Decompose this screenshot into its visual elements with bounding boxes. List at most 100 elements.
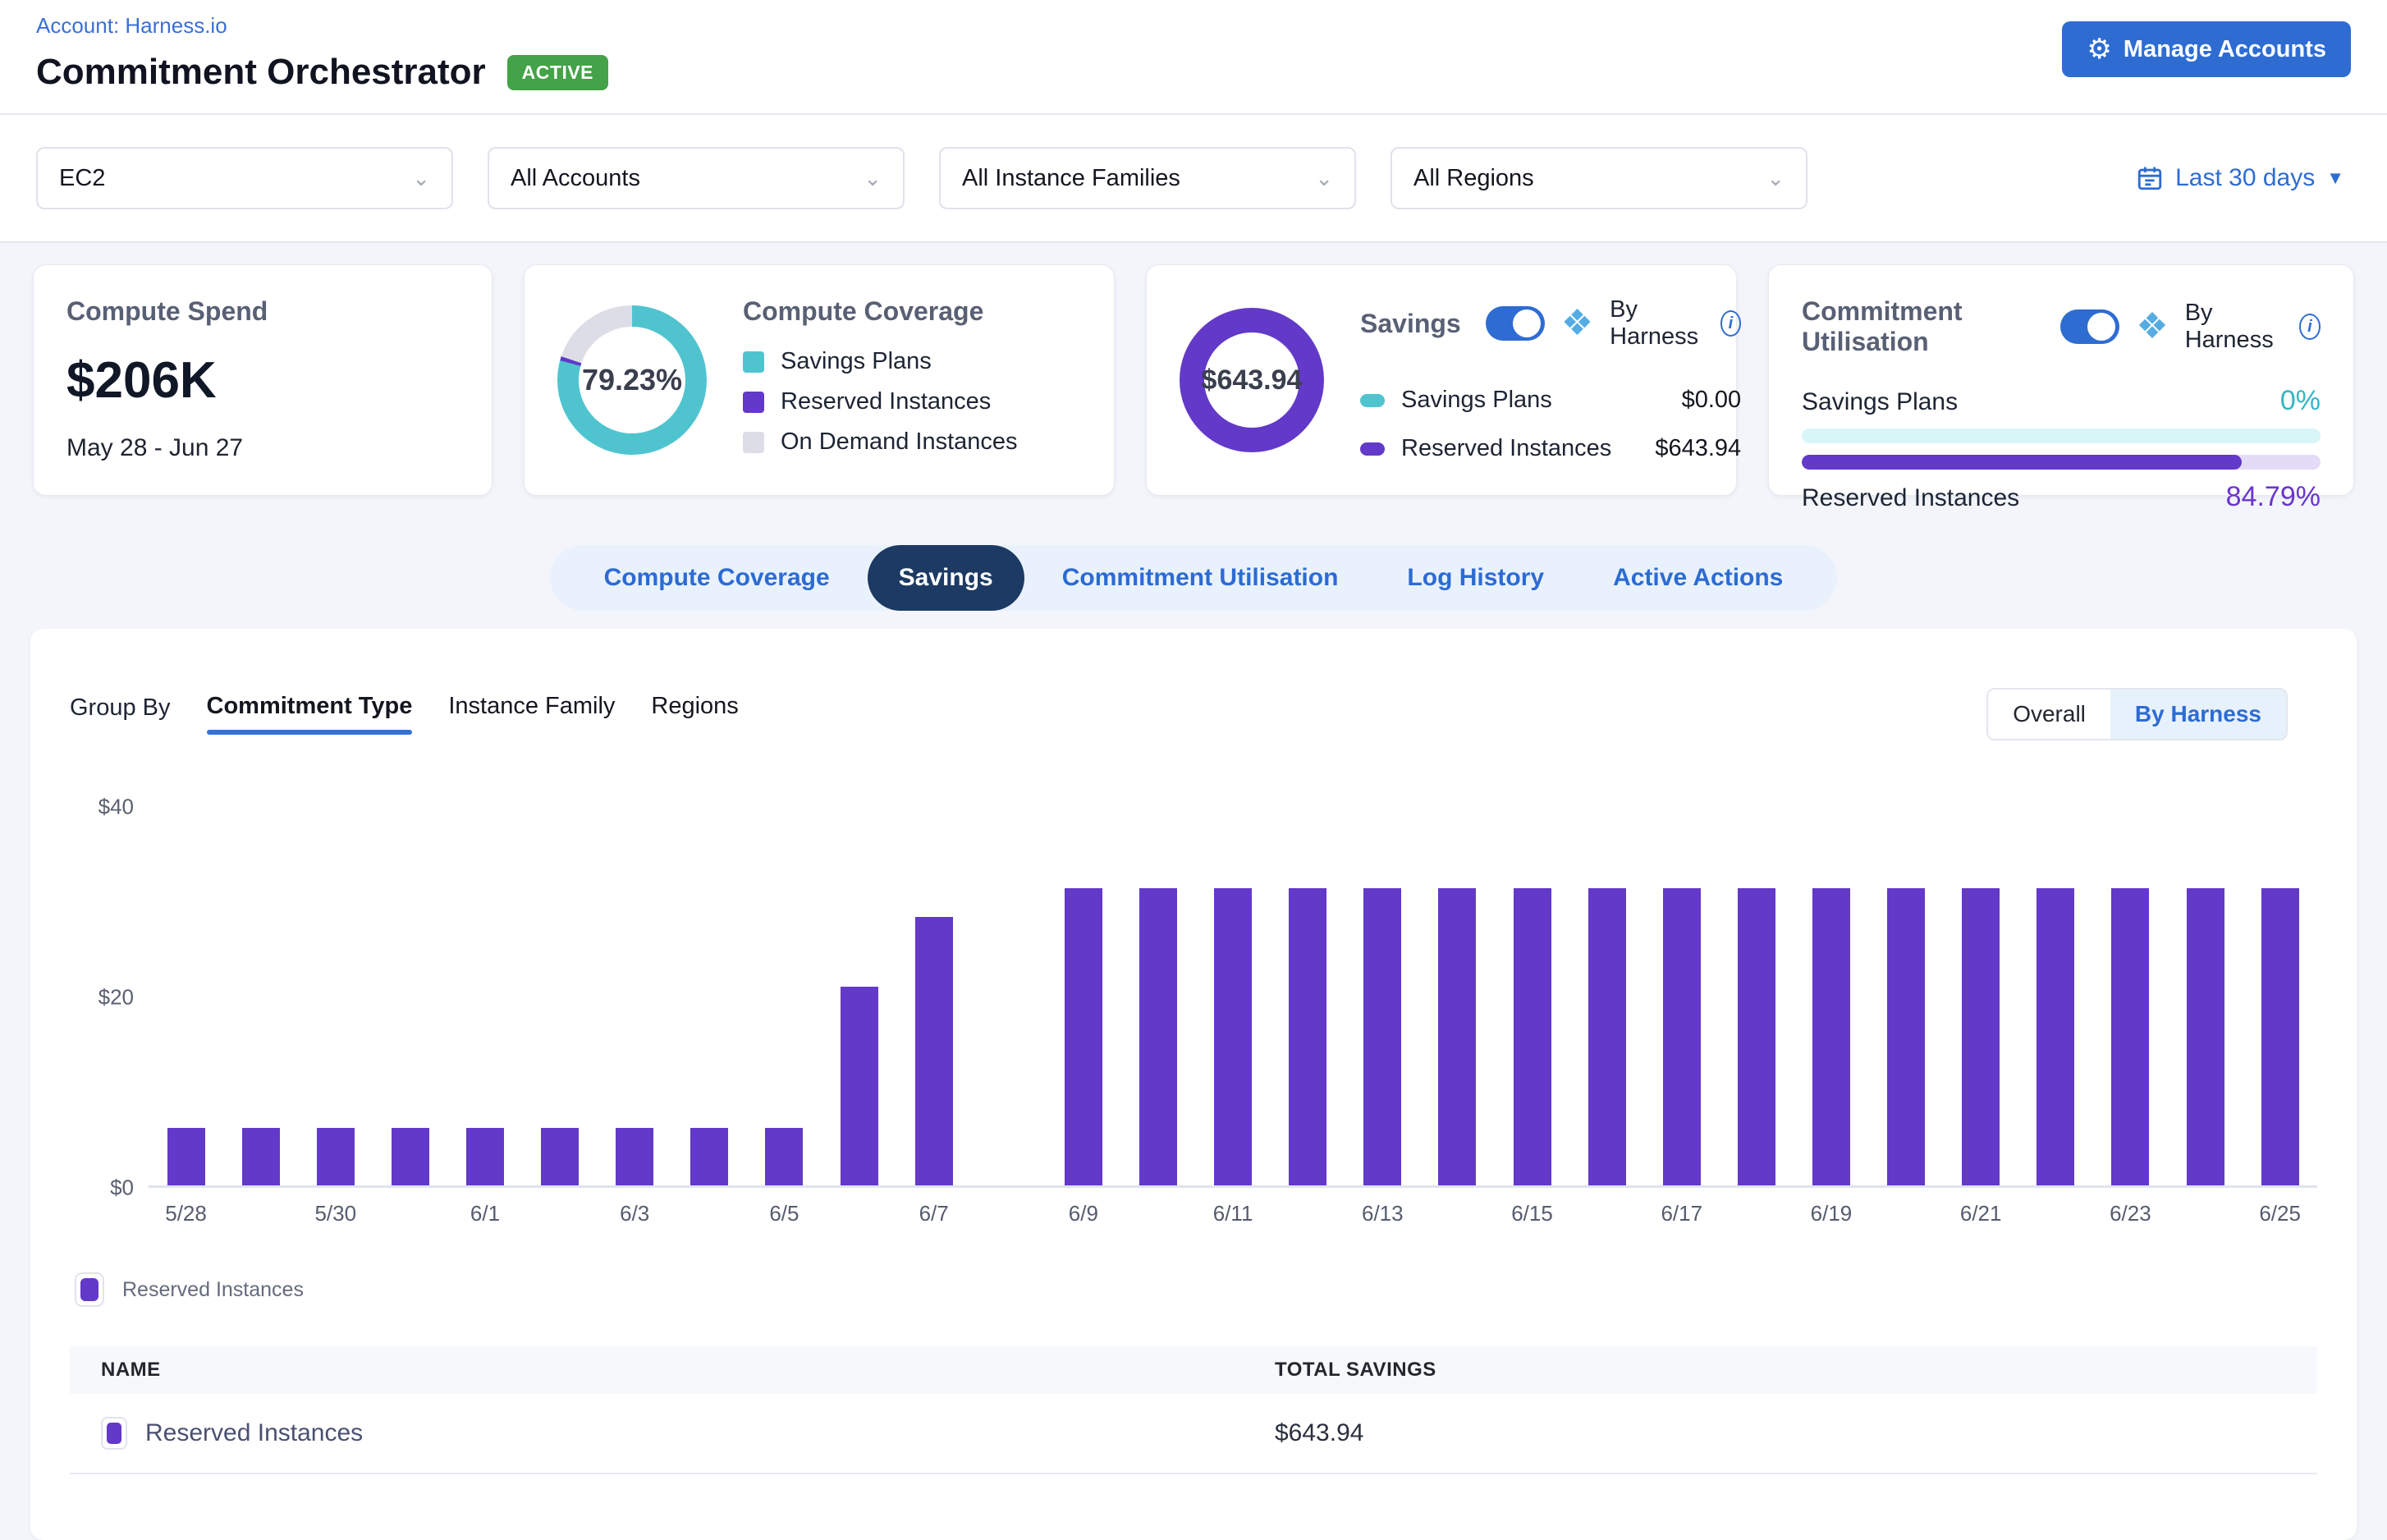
legend-label: Savings Plans	[781, 348, 932, 375]
savings-row-label: Savings Plans	[1401, 387, 1552, 414]
regions-select[interactable]: All Regions ⌄	[1391, 147, 1807, 209]
tab-compute-coverage[interactable]: Compute Coverage	[573, 545, 861, 611]
info-icon[interactable]: i	[2299, 314, 2321, 340]
bar-6/19[interactable]	[1812, 888, 1850, 1185]
bar-6/1[interactable]	[466, 1128, 504, 1185]
x-tick-6/8	[971, 1201, 1046, 1226]
calendar-icon	[2136, 164, 2164, 192]
x-tick-6/7: 6/7	[896, 1201, 971, 1226]
bar-6/18[interactable]	[1738, 888, 1775, 1185]
bar-6/10[interactable]	[1139, 888, 1177, 1185]
bar-6/6[interactable]	[841, 987, 878, 1185]
x-tick-6/15: 6/15	[1495, 1201, 1569, 1226]
tab-commitment-utilisation[interactable]: Commitment Utilisation	[1031, 545, 1370, 611]
bar-6/12[interactable]	[1289, 888, 1326, 1185]
bar-5/28[interactable]	[167, 1128, 205, 1185]
chevron-down-icon: ⌄	[1315, 166, 1333, 191]
bar-6/11[interactable]	[1214, 888, 1252, 1185]
savings-panel: Group By Commitment Type Instance Family…	[30, 629, 2357, 1540]
x-tick-6/2	[523, 1201, 598, 1226]
x-tick-6/9: 6/9	[1046, 1201, 1120, 1226]
x-tick-6/12	[1271, 1201, 1345, 1226]
instance-families-select[interactable]: All Instance Families ⌄	[939, 147, 1356, 209]
x-tick-6/24	[2168, 1201, 2243, 1226]
bar-5/31[interactable]	[392, 1128, 429, 1185]
manage-accounts-button[interactable]: ⚙ Manage Accounts	[2062, 21, 2351, 77]
table-row[interactable]: Reserved Instances $643.94	[70, 1394, 2317, 1474]
reserved-instances-swatch	[101, 1417, 127, 1450]
utilisation-by-harness-toggle[interactable]	[2060, 309, 2119, 344]
bar-6/3[interactable]	[616, 1128, 653, 1185]
x-tick-6/18	[1719, 1201, 1794, 1226]
bar-6/21[interactable]	[1962, 888, 2000, 1185]
bar-6/9[interactable]	[1065, 888, 1102, 1185]
x-tick-6/21: 6/21	[1944, 1201, 2018, 1226]
account-breadcrumb-link[interactable]: Account: Harness.io	[36, 13, 227, 38]
bar-6/5[interactable]	[765, 1128, 803, 1185]
util-reserved-instances-label: Reserved Instances	[1802, 484, 2019, 512]
legend-label: On Demand Instances	[781, 429, 1018, 456]
tab-savings[interactable]: Savings	[868, 545, 1024, 611]
main-tabs: Compute Coverage Savings Commitment Util…	[550, 545, 1838, 611]
x-tick-6/25: 6/25	[2243, 1201, 2317, 1226]
bar-6/7[interactable]	[915, 917, 953, 1185]
bar-6/25[interactable]	[2261, 888, 2299, 1185]
y-tick-0: $0	[110, 1176, 134, 1201]
service-select-value: EC2	[59, 165, 105, 192]
savings-plans-progressbar	[1802, 429, 2321, 443]
x-tick-6/17: 6/17	[1644, 1201, 1719, 1226]
x-tick-5/30: 5/30	[298, 1201, 373, 1226]
info-icon[interactable]: i	[1720, 310, 1741, 337]
chart-legend: Reserved Instances	[75, 1272, 2317, 1307]
table-header-row: NAME TOTAL SAVINGS	[70, 1346, 2317, 1394]
savings-by-harness-toggle[interactable]	[1486, 306, 1545, 341]
commitment-utilisation-card: Commitment Utilisation ❖ By Harness i Sa…	[1768, 264, 2354, 496]
table-cell-total-savings: $643.94	[1275, 1419, 2317, 1447]
reserved-instances-swatch	[743, 392, 764, 413]
x-tick-5/29	[223, 1201, 298, 1226]
bar-6/2[interactable]	[541, 1128, 579, 1185]
bar-5/30[interactable]	[317, 1128, 355, 1185]
x-tick-5/28: 5/28	[149, 1201, 223, 1226]
x-tick-6/20	[1869, 1201, 1944, 1226]
savings-plans-swatch	[1360, 394, 1385, 407]
date-range-picker[interactable]: Last 30 days ▼	[2136, 164, 2344, 192]
tab-log-history[interactable]: Log History	[1376, 545, 1575, 611]
service-select[interactable]: EC2 ⌄	[36, 147, 453, 209]
table-header-total-savings: TOTAL SAVINGS	[1275, 1359, 2317, 1382]
group-tab-commitment-type[interactable]: Commitment Type	[207, 693, 413, 735]
chart-y-axis: $40 $20 $0	[70, 807, 149, 1188]
legend-item: On Demand Instances	[743, 429, 1018, 456]
reserved-instances-legend-checkbox[interactable]	[75, 1272, 104, 1307]
table-header-name: NAME	[70, 1359, 1275, 1382]
compute-spend-title: Compute Spend	[66, 296, 459, 327]
accounts-select[interactable]: All Accounts ⌄	[488, 147, 905, 209]
bar-6/24[interactable]	[2187, 888, 2224, 1185]
chart-plot-area	[149, 807, 2317, 1188]
compute-spend-card: Compute Spend $206K May 28 - Jun 27	[33, 264, 493, 496]
savings-title: Savings	[1360, 309, 1461, 339]
compute-coverage-donut: 79.23%	[557, 305, 707, 455]
savings-row: Reserved Instances $643.94	[1360, 435, 1741, 462]
bar-6/20[interactable]	[1887, 888, 1925, 1185]
view-segment-overall[interactable]: Overall	[1988, 690, 2110, 739]
view-segment-by-harness[interactable]: By Harness	[2110, 690, 2286, 739]
bar-6/23[interactable]	[2111, 888, 2149, 1185]
x-tick-6/22	[2018, 1201, 2093, 1226]
tab-active-actions[interactable]: Active Actions	[1582, 545, 1814, 611]
group-tab-instance-family[interactable]: Instance Family	[448, 693, 615, 735]
compute-coverage-card: 79.23% Compute Coverage Savings Plans Re…	[524, 264, 1115, 496]
harness-logo-icon: ❖	[1561, 305, 1593, 341]
bar-6/4[interactable]	[690, 1128, 728, 1185]
bar-6/14[interactable]	[1438, 888, 1476, 1185]
bar-5/29[interactable]	[242, 1128, 280, 1185]
bar-6/15[interactable]	[1514, 888, 1551, 1185]
bar-6/13[interactable]	[1363, 888, 1401, 1185]
harness-logo-icon: ❖	[2136, 309, 2168, 345]
bar-6/17[interactable]	[1663, 888, 1701, 1185]
group-tab-regions[interactable]: Regions	[651, 693, 738, 735]
commitment-utilisation-title: Commitment Utilisation	[1802, 296, 2036, 357]
bar-6/22[interactable]	[2037, 888, 2074, 1185]
bar-6/16[interactable]	[1588, 888, 1626, 1185]
savings-by-harness-label: By Harness	[1610, 296, 1704, 351]
